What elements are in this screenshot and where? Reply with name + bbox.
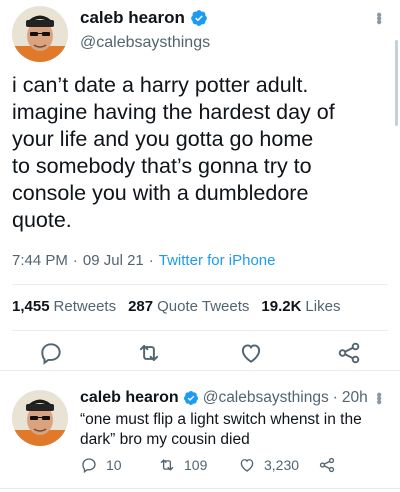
retweets-count: 1,455 [12,298,50,315]
reply-author-handle[interactable]: @calebsaysthings [203,389,329,407]
tweet-actions [0,340,400,370]
meta-separator: · [72,252,78,269]
main-tweet-header: caleb hearon @calebsaysthings ••• [0,0,400,64]
avatar[interactable] [12,390,68,446]
author-handle[interactable]: @calebsaysthings [80,34,210,52]
likes-count: 19.2K [261,298,302,315]
thread-separator [0,370,400,376]
more-vertical-icon[interactable]: ••• [370,392,387,403]
tweet-time[interactable]: 7:44 PM [12,252,68,269]
likes-label: Likes [305,298,341,315]
avatar-image [12,390,68,446]
verified-badge-icon [190,10,207,26]
reply-icon [82,458,96,474]
divider [12,284,388,285]
like-count: 3,230 [264,457,300,473]
divider [0,488,400,489]
share-icon [319,457,335,473]
more-vertical-icon[interactable]: ••• [370,12,387,23]
divider [12,330,388,331]
retweets-stat[interactable]: 1,455 Retweets [12,298,116,315]
avatar-image [12,6,68,62]
tweet-meta: 7:44 PM · 09 Jul 21 · Twitter for iPhone [12,252,275,269]
reply-icon[interactable] [38,340,64,366]
tweet-stats: 1,455 Retweets 287 Quote Tweets 19.2K Likes [12,298,340,315]
heart-icon [240,459,254,472]
quote-tweets-stat[interactable]: 287 Quote Tweets [128,298,249,315]
reply-retweet-action[interactable]: 109 [158,456,207,474]
avatar[interactable] [12,6,68,62]
reply-share-action[interactable] [318,456,336,474]
tweet-date[interactable]: 09 Jul 21 [83,252,144,269]
author-name[interactable]: caleb hearon [80,8,185,28]
retweet-icon[interactable] [136,340,162,366]
retweets-label: Retweets [53,298,117,315]
reply-actions: 10 109 3,230 [80,456,380,476]
reply-like-action[interactable]: 3,230 [238,456,299,474]
tweet-text: i can’t date a harry potter adult. imagi… [12,73,335,232]
likes-stat[interactable]: 19.2K Likes [261,298,340,315]
author-row: caleb hearon [80,8,208,28]
meta-separator: · [332,389,338,406]
reply-age[interactable]: 20h [342,389,368,407]
heart-icon[interactable] [238,340,264,366]
tweet-source[interactable]: Twitter for iPhone [159,252,276,269]
reply-count: 10 [106,457,122,473]
retweet-icon [160,459,174,471]
quote-count: 287 [128,298,154,315]
reply-header: caleb hearon @calebsaysthings · 20h [80,389,368,407]
share-icon[interactable] [336,340,362,366]
reply-author-name[interactable]: caleb hearon [80,389,179,407]
meta-separator: · [148,252,154,269]
quote-label: Quote Tweets [157,298,250,315]
verified-badge-icon [183,391,198,405]
retweet-count: 109 [184,457,208,473]
reply-reply-action[interactable]: 10 [80,456,122,474]
reply-text: “one must flip a light switch whenst in … [80,411,362,448]
